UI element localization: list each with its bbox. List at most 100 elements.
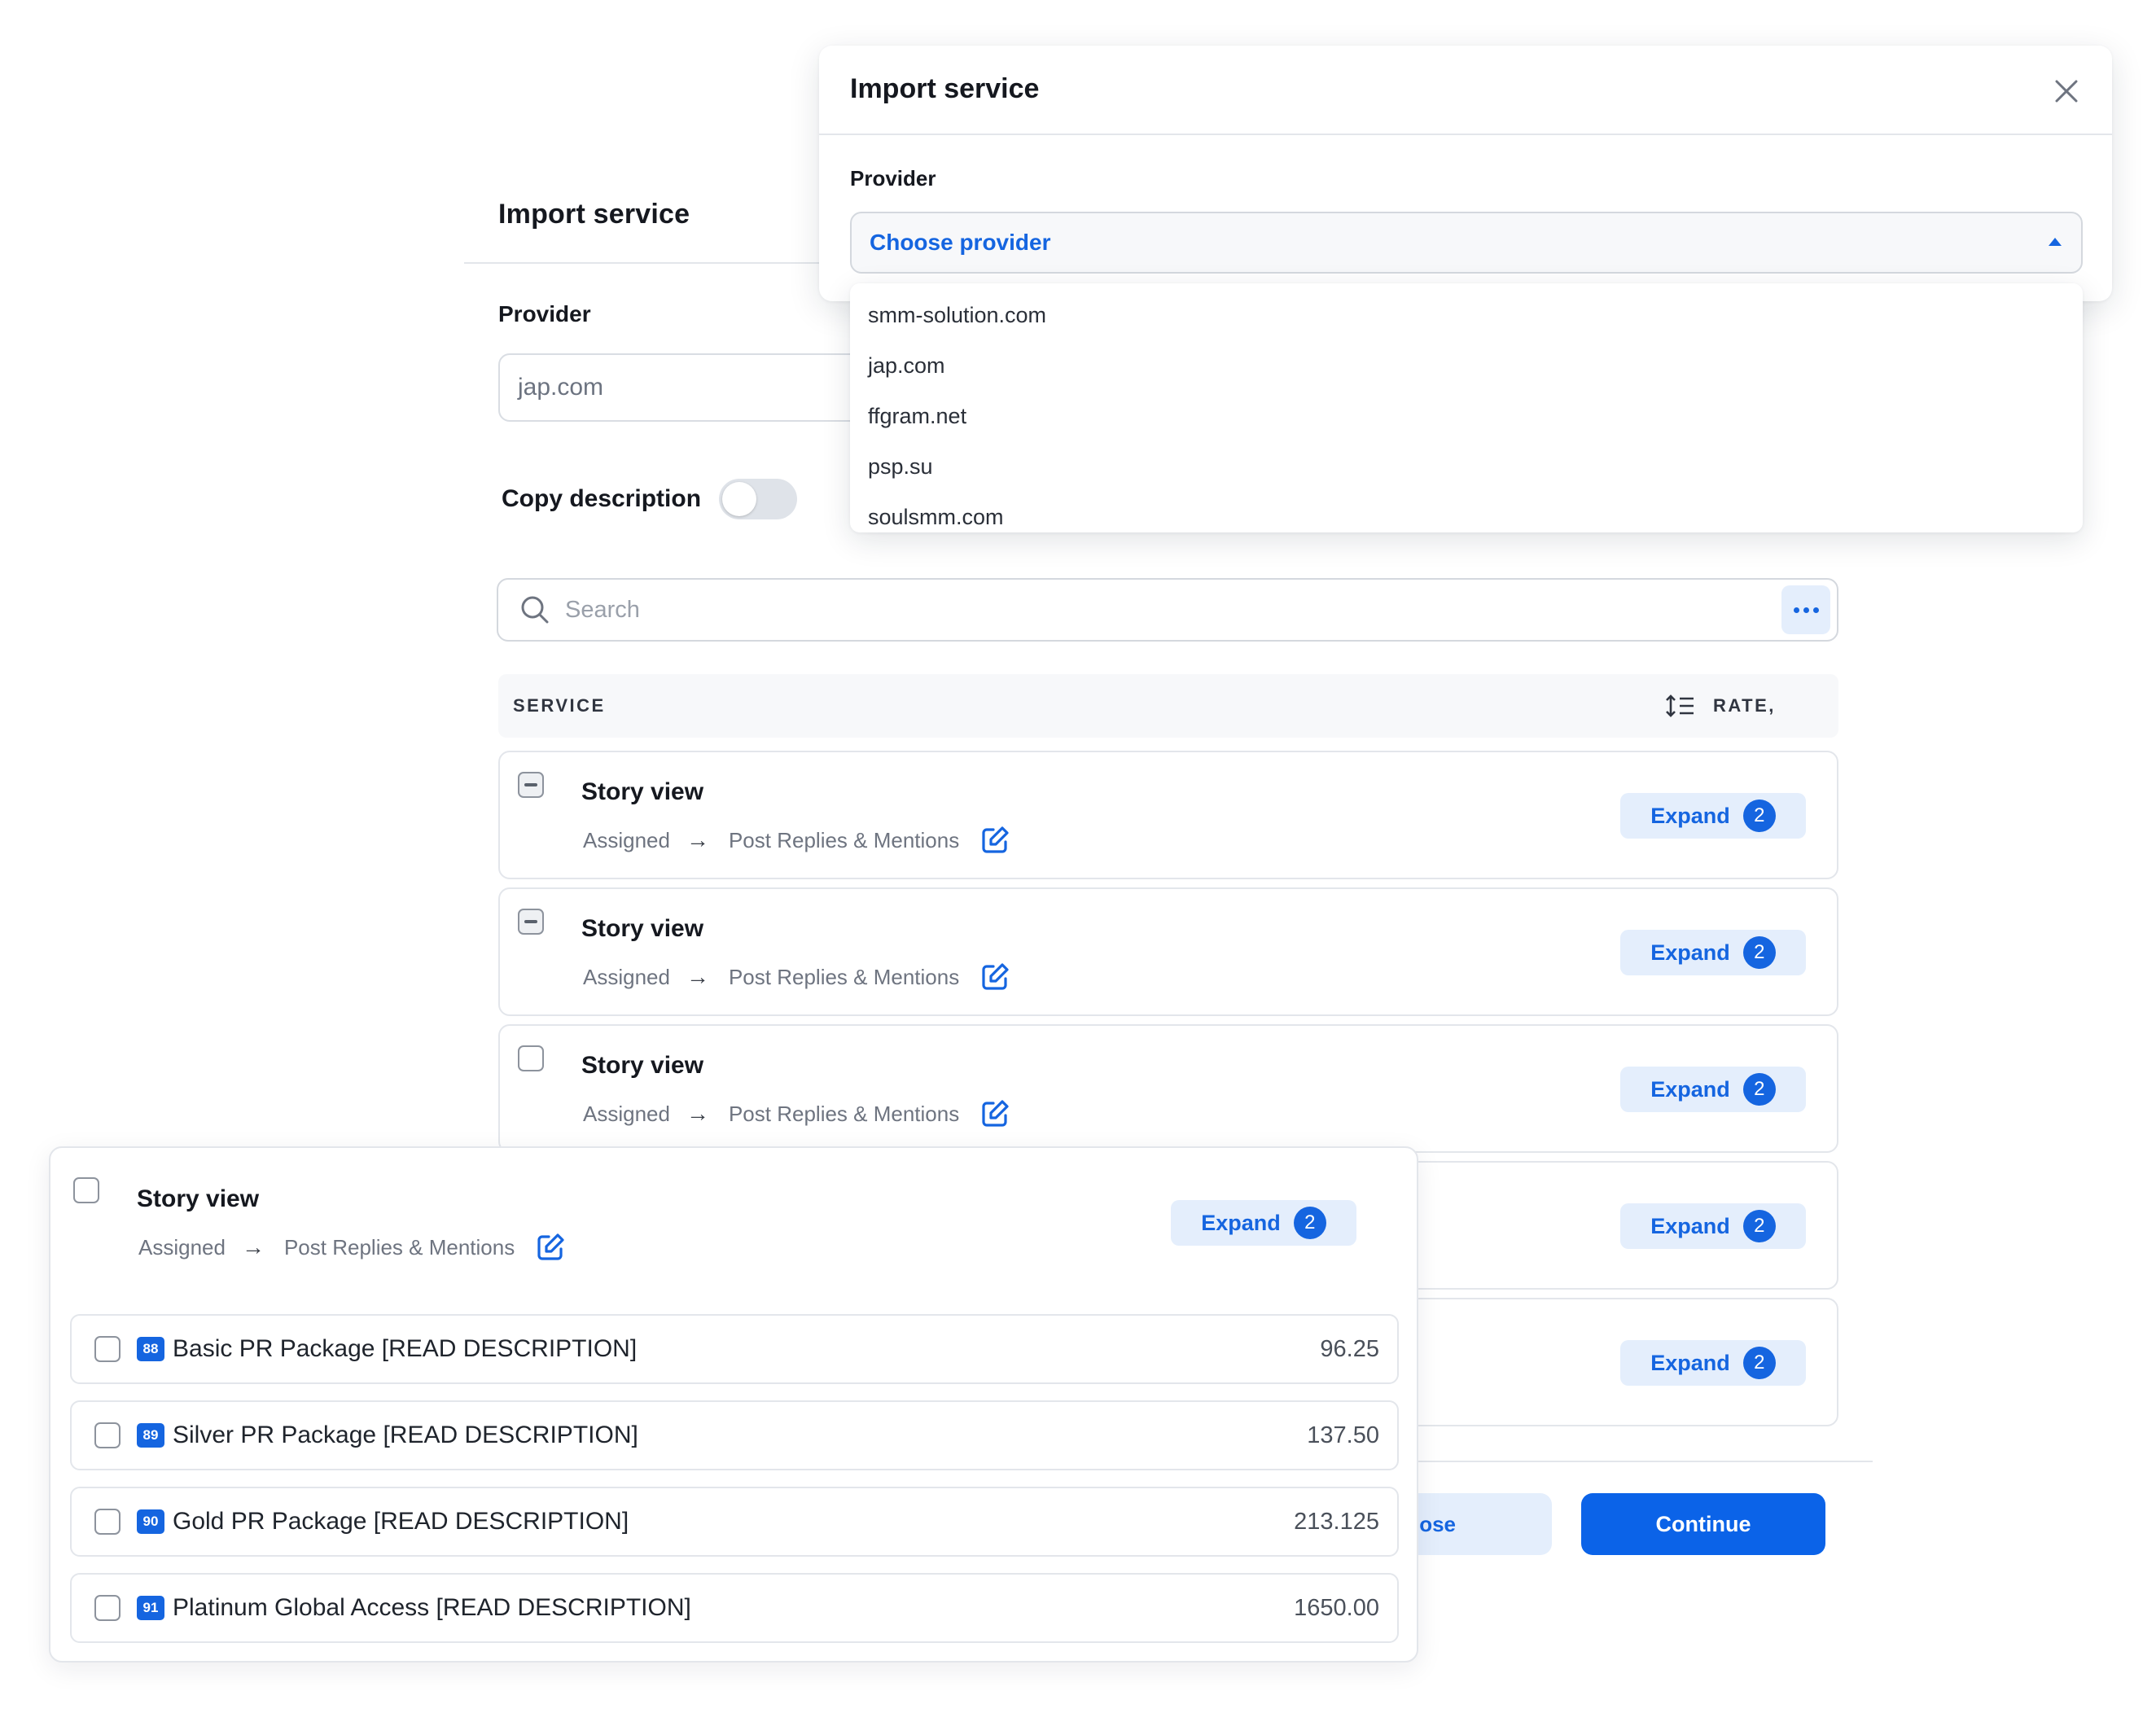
expand-label: Expand xyxy=(1650,803,1730,828)
service-row: Story view Assigned → Post Replies & Men… xyxy=(498,751,1838,879)
row-meta: Assigned → Post Replies & Mentions xyxy=(583,962,1010,992)
page-title: Import service xyxy=(498,199,690,230)
rate-label: RATE, xyxy=(1713,695,1776,716)
package-rate: 213.125 xyxy=(1294,1508,1379,1535)
row-checkbox[interactable] xyxy=(518,1045,544,1071)
search-icon xyxy=(521,596,549,624)
package-rate: 137.50 xyxy=(1307,1422,1379,1448)
edit-icon[interactable] xyxy=(980,962,1010,992)
copy-description-label: Copy description xyxy=(502,485,702,512)
expand-count-badge: 2 xyxy=(1742,1347,1776,1379)
provider-select-placeholder: Choose provider xyxy=(870,230,1051,255)
expand-label: Expand xyxy=(1650,1350,1730,1375)
package-id-badge: 91 xyxy=(137,1596,164,1620)
row-meta: Assigned → Post Replies & Mentions xyxy=(583,1099,1010,1128)
expand-button[interactable]: Expand 2 xyxy=(1620,1203,1806,1249)
footer-divider xyxy=(1417,1461,1873,1462)
package-checkbox[interactable] xyxy=(94,1422,121,1448)
provider-label: Provider xyxy=(498,301,591,326)
row-checkbox[interactable] xyxy=(518,772,544,798)
column-header-rate[interactable]: RATE, xyxy=(1666,694,1776,718)
package-id-badge: 90 xyxy=(137,1509,164,1534)
modal-provider-label: Provider xyxy=(850,166,936,191)
close-icon[interactable] xyxy=(2052,77,2081,106)
expand-button[interactable]: Expand 2 xyxy=(1620,1067,1806,1112)
row-title: Story view xyxy=(581,778,704,805)
dropdown-option[interactable]: soulsmm.com xyxy=(850,492,2083,542)
expanded-title: Story view xyxy=(137,1185,260,1212)
import-service-modal: Import service Provider Choose provider xyxy=(819,46,2112,301)
row-category: Post Replies & Mentions xyxy=(728,1101,960,1126)
package-row: 91 Platinum Global Access [READ DESCRIPT… xyxy=(70,1573,1399,1643)
expand-count-badge: 2 xyxy=(1742,1073,1776,1106)
package-name: Gold PR Package [READ DESCRIPTION] xyxy=(173,1508,629,1535)
package-row: 88 Basic PR Package [READ DESCRIPTION] 9… xyxy=(70,1314,1399,1384)
package-rate: 96.25 xyxy=(1320,1335,1379,1362)
more-horizontal-icon xyxy=(1793,607,1799,613)
edit-icon[interactable] xyxy=(980,1099,1010,1128)
row-category: Post Replies & Mentions xyxy=(728,964,960,989)
expanded-service-card: Story view Assigned → Post Replies & Men… xyxy=(49,1146,1418,1663)
expand-label: Expand xyxy=(1650,940,1730,965)
expanded-meta: Assigned → Post Replies & Mentions xyxy=(138,1233,565,1262)
expand-button[interactable]: Expand 2 xyxy=(1620,1340,1806,1386)
table-header: SERVICE RATE, xyxy=(498,674,1838,738)
package-name: Basic PR Package [READ DESCRIPTION] xyxy=(173,1335,638,1362)
package-name: Silver PR Package [READ DESCRIPTION] xyxy=(173,1422,638,1448)
search-bar xyxy=(497,578,1838,642)
row-meta: Assigned → Post Replies & Mentions xyxy=(583,826,1010,855)
continue-button[interactable]: Continue xyxy=(1581,1493,1825,1555)
expand-label: Expand xyxy=(1650,1213,1730,1238)
modal-divider xyxy=(819,134,2112,135)
row-status: Assigned xyxy=(583,964,670,989)
edit-icon[interactable] xyxy=(980,826,1010,855)
dropdown-option[interactable]: smm-solution.com xyxy=(850,290,2083,340)
package-checkbox[interactable] xyxy=(94,1595,121,1621)
row-category: Post Replies & Mentions xyxy=(728,827,960,852)
edit-icon[interactable] xyxy=(536,1233,565,1262)
package-checkbox[interactable] xyxy=(94,1509,121,1535)
package-row: 90 Gold PR Package [READ DESCRIPTION] 21… xyxy=(70,1487,1399,1557)
copy-description-toggle[interactable] xyxy=(719,479,798,519)
expand-button[interactable]: Expand 2 xyxy=(1620,930,1806,975)
expand-button[interactable]: Expand 2 xyxy=(1620,793,1806,839)
more-options-button[interactable] xyxy=(1781,585,1830,634)
service-row: Story view Assigned → Post Replies & Men… xyxy=(498,887,1838,1016)
arrow-right-icon: → xyxy=(686,964,709,989)
expand-count-badge: 2 xyxy=(1293,1207,1326,1239)
modal-title: Import service xyxy=(850,73,1040,104)
copy-description-setting: Copy description xyxy=(502,479,798,519)
package-id-badge: 88 xyxy=(137,1337,164,1361)
expand-count-badge: 2 xyxy=(1742,936,1776,969)
row-title: Story view xyxy=(581,915,704,942)
expand-button[interactable]: Expand 2 xyxy=(1171,1200,1356,1246)
dropdown-option[interactable]: psp.su xyxy=(850,441,2083,492)
package-id-badge: 89 xyxy=(137,1423,164,1448)
expanded-status: Assigned xyxy=(138,1234,226,1260)
package-checkbox[interactable] xyxy=(94,1336,121,1362)
arrow-right-icon: → xyxy=(241,1234,265,1260)
package-row: 89 Silver PR Package [READ DESCRIPTION] … xyxy=(70,1400,1399,1470)
row-status: Assigned xyxy=(583,1101,670,1126)
provider-dropdown: smm-solution.com jap.com ffgram.net psp.… xyxy=(850,283,2083,532)
search-input[interactable] xyxy=(565,596,1781,624)
arrow-right-icon: → xyxy=(686,1101,709,1126)
row-title: Story view xyxy=(581,1052,704,1079)
sort-icon[interactable] xyxy=(1666,694,1695,718)
provider-select[interactable]: Choose provider xyxy=(850,212,2083,274)
dropdown-option[interactable]: ffgram.net xyxy=(850,391,2083,441)
service-row: Story view Assigned → Post Replies & Men… xyxy=(498,1024,1838,1153)
expand-label: Expand xyxy=(1650,1076,1730,1102)
package-name: Platinum Global Access [READ DESCRIPTION… xyxy=(173,1594,691,1621)
row-status: Assigned xyxy=(583,827,670,852)
arrow-right-icon: → xyxy=(686,827,709,852)
dropdown-option[interactable]: jap.com xyxy=(850,340,2083,391)
expand-count-badge: 2 xyxy=(1742,800,1776,832)
package-rate: 1650.00 xyxy=(1294,1594,1379,1621)
column-header-service: SERVICE xyxy=(513,695,606,716)
expand-count-badge: 2 xyxy=(1742,1210,1776,1242)
expanded-checkbox[interactable] xyxy=(73,1177,99,1203)
row-checkbox[interactable] xyxy=(518,909,544,935)
expanded-category: Post Replies & Mentions xyxy=(283,1234,515,1260)
caret-up-icon xyxy=(2049,238,2062,246)
